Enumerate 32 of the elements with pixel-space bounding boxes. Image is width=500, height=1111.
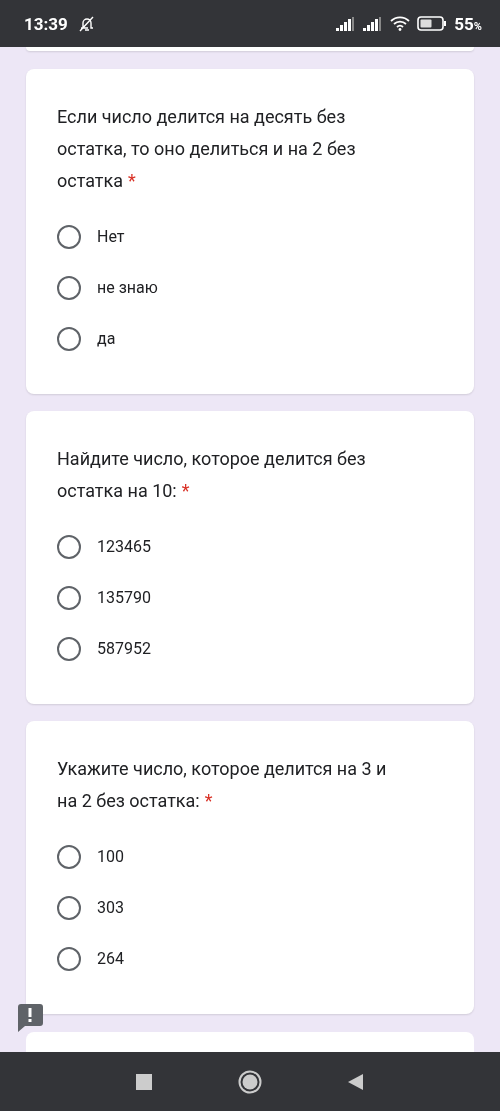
radio-button[interactable]	[57, 585, 81, 610]
muted-bell-icon	[77, 14, 96, 33]
question-text: Если число делится на десять без остатка, то оно делиться и на 2 без остатка *	[57, 105, 357, 193]
option-label: 135790	[97, 588, 151, 607]
battery-percent: 55%	[454, 13, 482, 34]
question-text: Найдите число, которое делится без остатка на 10: *	[57, 447, 367, 503]
clock: 13:39	[24, 13, 68, 34]
signal-icon	[336, 16, 357, 31]
option-label: Нет	[97, 227, 125, 246]
radio-button[interactable]	[57, 534, 81, 559]
recents-button[interactable]	[136, 1073, 152, 1090]
radio-button[interactable]	[57, 224, 81, 249]
radio-button[interactable]	[57, 946, 81, 971]
radio-button[interactable]	[57, 895, 81, 920]
radio-button[interactable]	[57, 275, 81, 300]
radio-button[interactable]	[57, 326, 81, 351]
home-button[interactable]	[238, 1069, 262, 1094]
question-text: Укажите число, которое делится на 3 и на 2 без остатка: *	[57, 757, 388, 813]
wifi-icon	[390, 16, 411, 31]
signal-icon	[363, 16, 384, 31]
radio-button[interactable]	[57, 636, 81, 661]
option-label: не знаю	[97, 278, 158, 297]
option-label: 123465	[97, 537, 151, 556]
option-label: 587952	[97, 639, 151, 658]
option-label: 303	[97, 898, 124, 917]
option-label: да	[97, 329, 116, 348]
battery-icon	[417, 16, 448, 31]
option-label: 100	[97, 847, 124, 866]
radio-button[interactable]	[57, 844, 81, 869]
option-label: 264	[97, 949, 124, 968]
back-button[interactable]	[348, 1072, 364, 1091]
feedback-icon[interactable]	[17, 1003, 43, 1033]
